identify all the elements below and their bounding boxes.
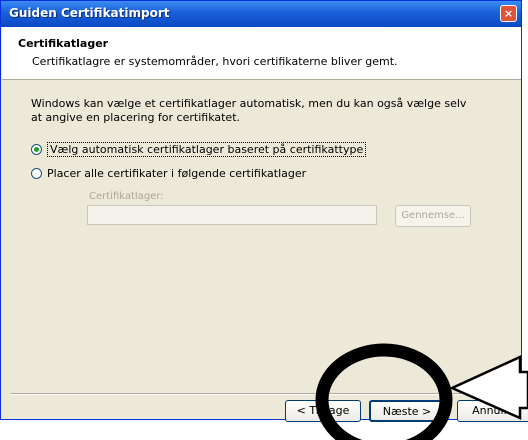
header-title: Certifikatlager: [18, 37, 109, 50]
certificate-import-wizard-window: Guiden Certifikatimport × Certifikatlage…: [0, 0, 528, 422]
close-button[interactable]: ×: [500, 5, 517, 22]
radio-button-icon[interactable]: [31, 167, 42, 179]
next-button[interactable]: Næste >: [369, 400, 445, 422]
radio-place-all[interactable]: Placer alle certifikater i følgende cert…: [31, 165, 306, 181]
certificate-store-label: Certifikatlager:: [89, 191, 164, 202]
radio-auto-select[interactable]: Vælg automatisk certifikatlager baseret …: [31, 141, 367, 157]
browse-button: Gennemse...: [395, 205, 471, 227]
back-button[interactable]: < Tilbage: [285, 400, 361, 422]
wizard-header: Certifikatlager Certifikatlagre er syste…: [2, 27, 521, 80]
description-text: Windows kan vælge et certifikatlager aut…: [31, 97, 467, 124]
radio-place-all-label[interactable]: Placer alle certifikater i følgende cert…: [47, 167, 306, 180]
radio-button-selected-icon[interactable]: [31, 143, 42, 155]
window-title: Guiden Certifikatimport: [9, 6, 170, 20]
certificate-store-field: [87, 205, 377, 225]
radio-auto-select-label[interactable]: Vælg automatisk certifikatlager baseret …: [47, 141, 367, 157]
close-icon: ×: [503, 7, 514, 20]
header-subtitle: Certifikatlagre er systemområder, hvori …: [32, 55, 398, 68]
cancel-button[interactable]: Annuller: [457, 400, 528, 422]
footer-separator: [11, 393, 511, 395]
title-bar[interactable]: Guiden Certifikatimport ×: [1, 1, 521, 27]
